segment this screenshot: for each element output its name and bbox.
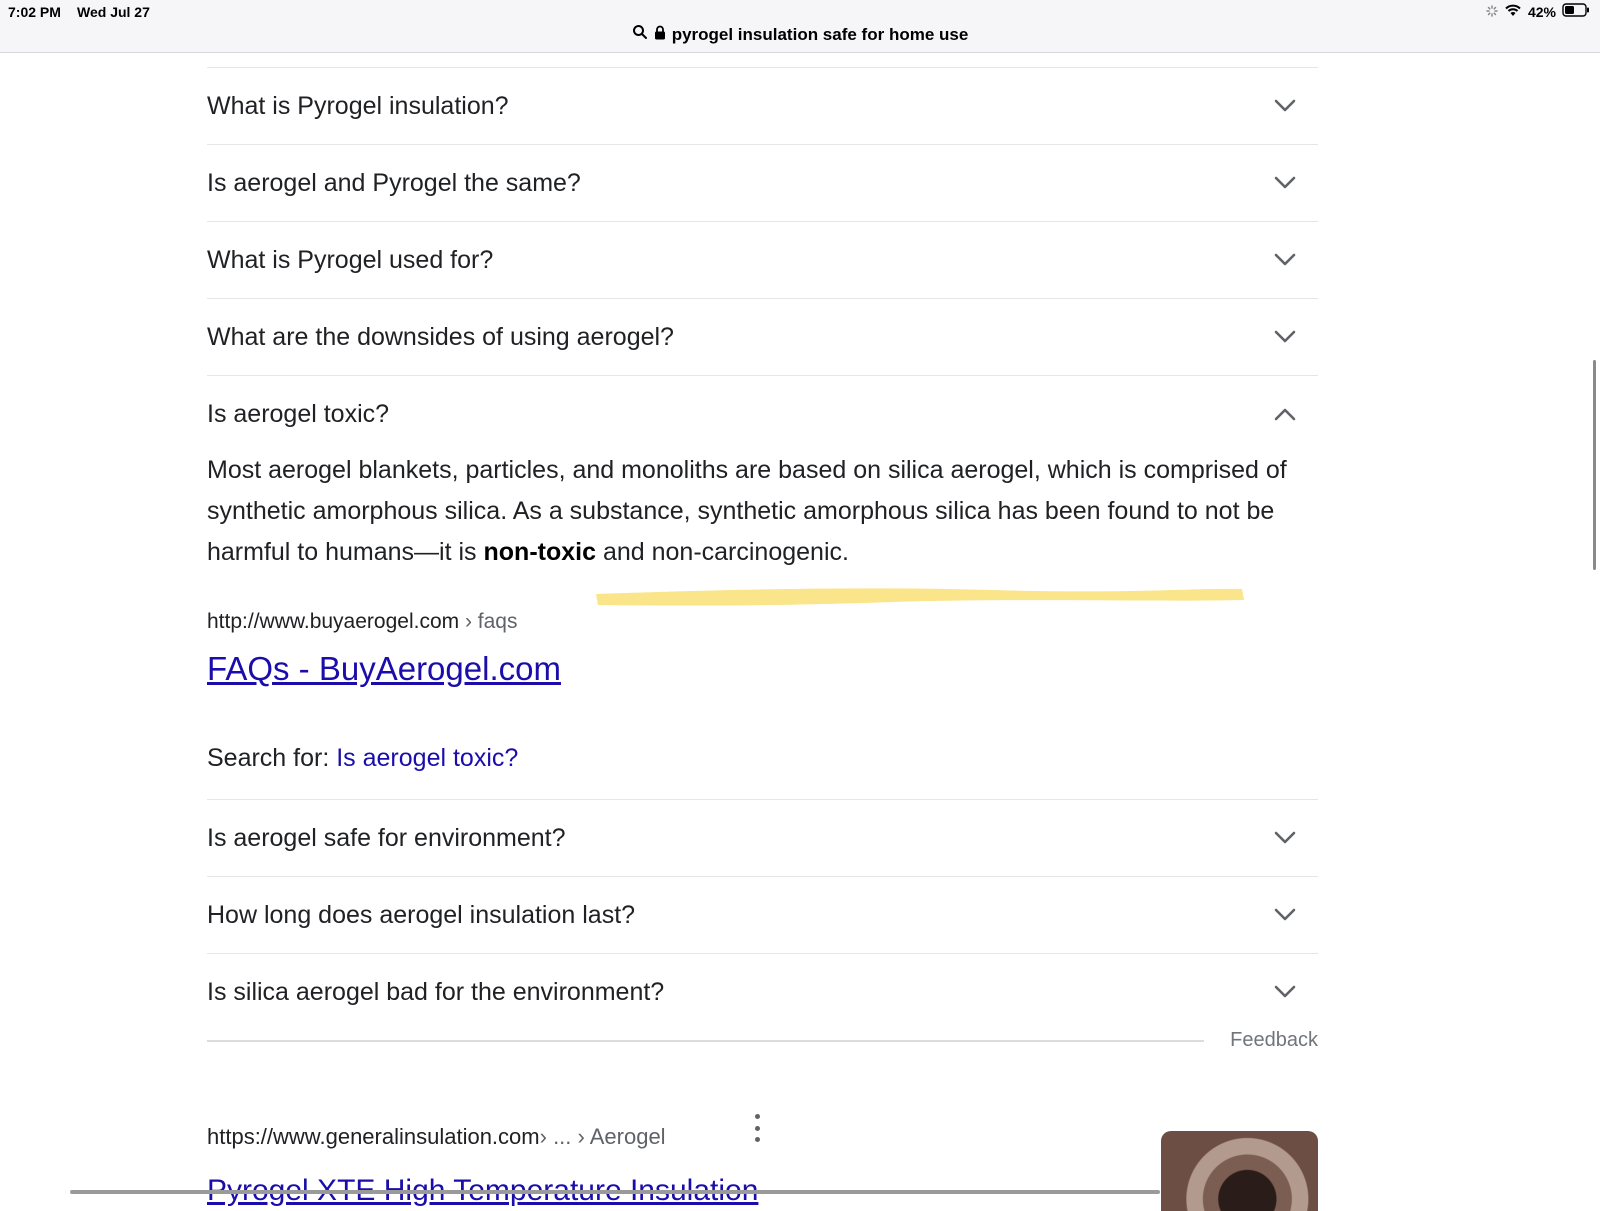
status-time: 7:02 PM [8, 4, 61, 20]
wifi-icon [1504, 3, 1522, 20]
battery-percent: 42% [1527, 3, 1556, 20]
result-breadcrumb: › ... › Aerogel [539, 1124, 666, 1149]
chevron-down-icon [1272, 324, 1298, 350]
result-thumbnail[interactable] [1161, 1131, 1318, 1211]
faq-item-insulation-last[interactable]: How long does aerogel insulation last? [207, 877, 1318, 954]
highlight-mark [596, 588, 1244, 606]
chevron-down-icon [1272, 902, 1298, 928]
faq-answer-text: Most aerogel blankets, particles, and mo… [207, 456, 1287, 566]
search-for-label: Search for: [207, 744, 337, 772]
result-url: https://www.generalinsulation.com [207, 1124, 540, 1149]
faq-item-aerogel-downsides[interactable]: What are the downsides of using aerogel? [207, 299, 1318, 376]
result-citation: https://www.generalinsulation.com › ... … [207, 1124, 666, 1150]
battery-icon [1562, 3, 1590, 20]
chevron-down-icon [1272, 825, 1298, 851]
faq-item-aerogel-pyrogel-same[interactable]: Is aerogel and Pyrogel the same? [207, 145, 1318, 222]
answer-bold-term: non-toxic [483, 538, 597, 566]
faq-question: How long does aerogel insulation last? [207, 900, 636, 929]
lock-icon [654, 25, 666, 45]
faq-item-pyrogel-used-for[interactable]: What is Pyrogel used for? [207, 222, 1318, 299]
scroll-indicator[interactable] [1593, 360, 1596, 570]
browser-top-bar: 7:02 PM Wed Jul 27 42% pyrogel insulatio… [0, 0, 1600, 53]
faq-question: Is aerogel safe for environment? [207, 823, 566, 852]
home-indicator [70, 1190, 1160, 1194]
chevron-up-icon [1272, 401, 1298, 427]
faq-item-silica-environment[interactable]: Is silica aerogel bad for the environmen… [207, 954, 1318, 1030]
faq-question: What is Pyrogel used for? [207, 245, 494, 274]
more-options-icon[interactable] [747, 1114, 767, 1142]
address-bar-query: pyrogel insulation safe for home use [671, 24, 969, 44]
search-for-row: Search for: Is aerogel toxic? [207, 744, 518, 773]
faq-question: Is aerogel toxic? [207, 399, 390, 428]
faq-question: Is silica aerogel bad for the environmen… [207, 977, 665, 1006]
chevron-down-icon [1272, 93, 1298, 119]
faq-question: What are the downsides of using aerogel? [207, 322, 674, 351]
source-link[interactable]: FAQs - BuyAerogel.com [207, 650, 561, 688]
source-citation: http://www.buyaerogel.com › faqs [207, 610, 517, 634]
divider [207, 1040, 1204, 1042]
status-right-cluster: 42% [1486, 3, 1590, 20]
feedback-link[interactable]: Feedback [1230, 1029, 1318, 1052]
chevron-down-icon [1272, 170, 1298, 196]
source-breadcrumb: › faqs [459, 610, 518, 633]
chevron-down-icon [1272, 247, 1298, 273]
faq-item-safe-environment[interactable]: Is aerogel safe for environment? [207, 800, 1318, 877]
search-icon [632, 24, 648, 45]
faq-question: Is aerogel and Pyrogel the same? [207, 168, 581, 197]
source-url: http://www.buyaerogel.com [207, 610, 460, 633]
address-bar[interactable]: pyrogel insulation safe for home use [0, 24, 1600, 45]
chevron-down-icon [1272, 979, 1298, 1005]
faq-item-what-is-pyrogel[interactable]: What is Pyrogel insulation? [207, 68, 1318, 145]
search-for-link[interactable]: Is aerogel toxic? [336, 744, 518, 772]
activity-spinner-icon [1486, 4, 1498, 20]
faq-item-aerogel-toxic[interactable]: Is aerogel toxic? [207, 376, 1318, 452]
status-date: Wed Jul 27 [77, 4, 150, 20]
faq-question: What is Pyrogel insulation? [207, 91, 509, 120]
